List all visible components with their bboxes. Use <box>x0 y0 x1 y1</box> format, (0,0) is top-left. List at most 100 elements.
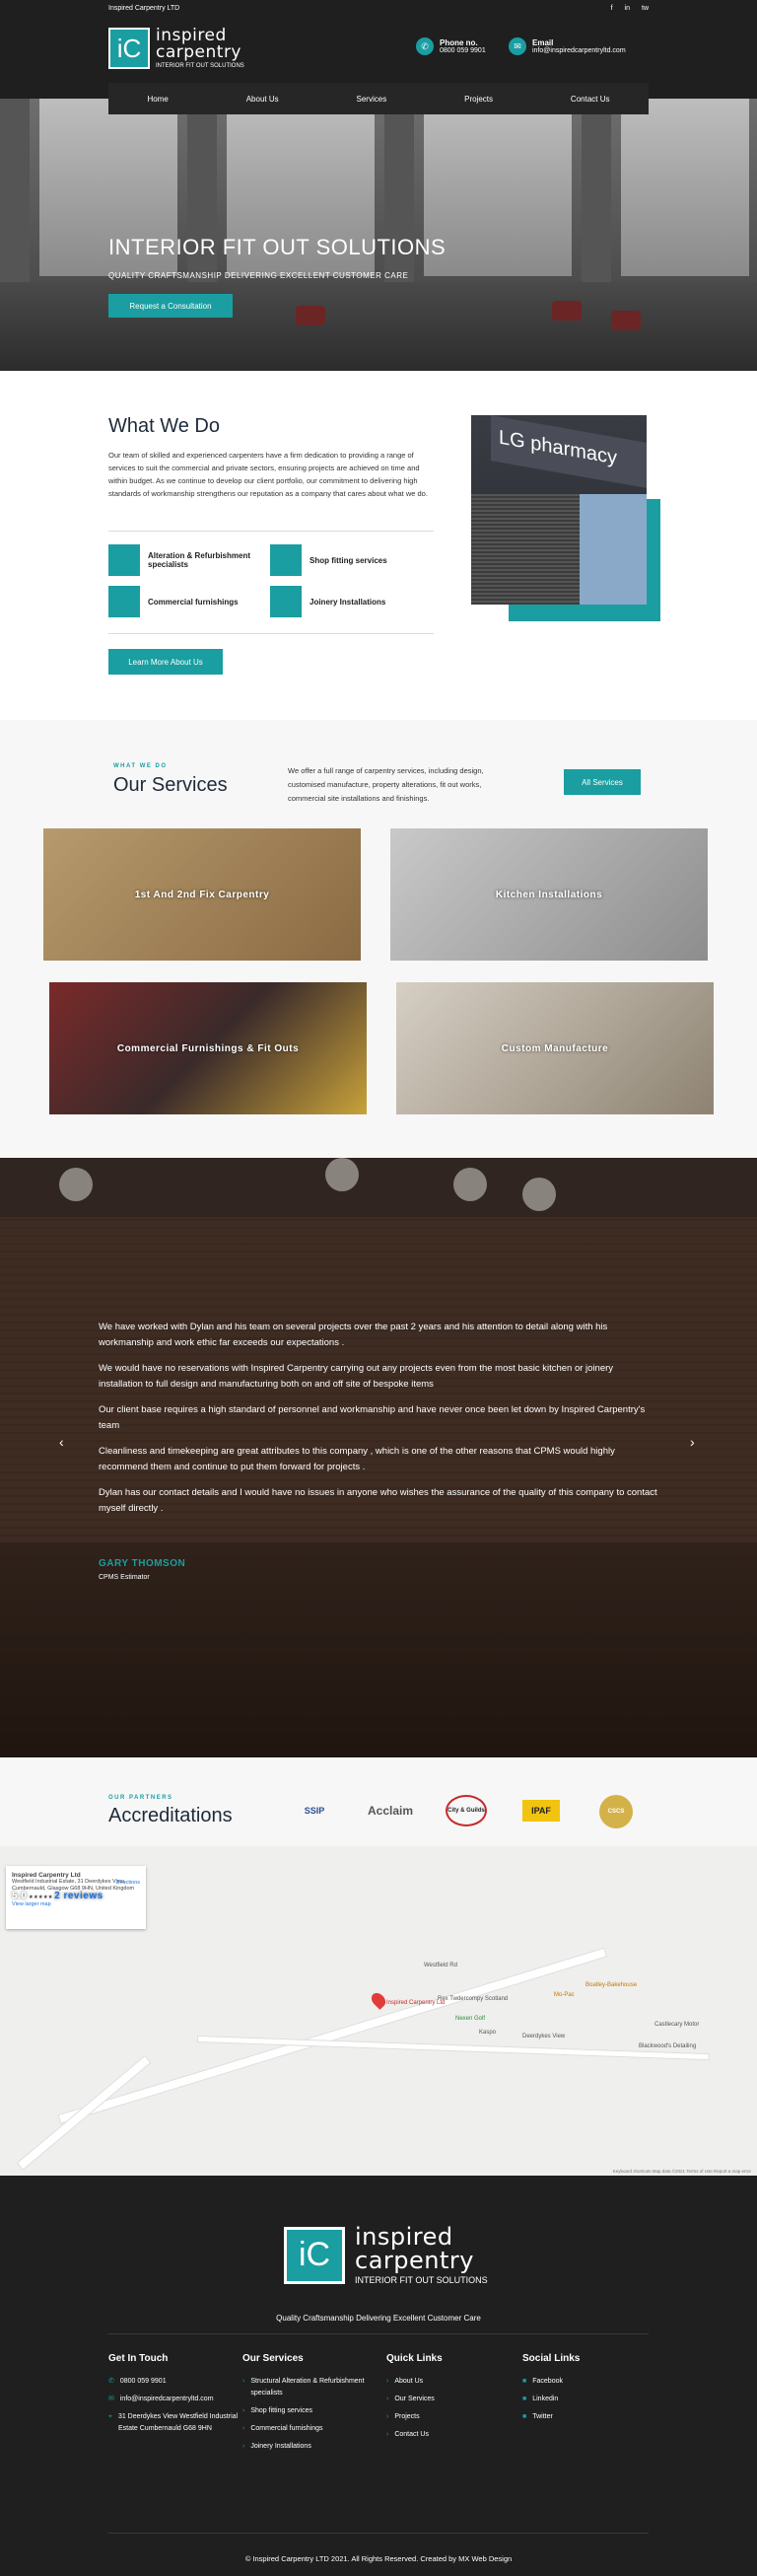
footer-social-title: Social Links <box>522 2353 581 2364</box>
chevron-right-icon: › <box>242 2378 245 2385</box>
all-services-button[interactable]: All Services <box>564 769 641 795</box>
footer-facebook-link[interactable]: ■ Facebook <box>522 2376 641 2388</box>
nav-about-us[interactable]: About Us <box>246 95 279 104</box>
footer-quick-link[interactable]: › Contact Us <box>386 2429 505 2441</box>
phone-label: Phone no. <box>440 38 478 47</box>
google-map[interactable]: Westfield Rd Deerdykes View Rex Twdercom… <box>0 1846 757 2176</box>
hero-subtitle: QUALITY CRAFTSMANSHIP DELIVERING EXCELLE… <box>108 271 409 280</box>
footer-divider <box>108 2533 649 2534</box>
place-label: Rex Twdercompy Scotland <box>438 1996 509 2002</box>
facebook-icon: ■ <box>522 2378 527 2385</box>
twitter-icon: ■ <box>522 2413 527 2420</box>
phone-icon: ✆ <box>416 37 434 55</box>
email-label: Email <box>532 38 554 47</box>
main-nav: Home About Us Services Projects Contact … <box>108 95 649 114</box>
top-social-links: f in tw <box>611 5 649 12</box>
view-larger-map-link[interactable]: View larger map <box>12 1901 140 1908</box>
hero-window <box>621 99 749 276</box>
feature-label: Commercial furnishings <box>148 597 239 607</box>
shutter <box>471 494 580 605</box>
hero-chair <box>296 306 325 325</box>
map-info-card: Inspired Carpentry Ltd Westfield Industr… <box>6 1866 146 1929</box>
twitter-icon[interactable]: tw <box>642 5 649 12</box>
footer-email[interactable]: ✉ info@inspiredcarpentryltd.com <box>108 2394 256 2405</box>
what-we-do-section: What We Do Our team of skilled and exper… <box>0 371 757 720</box>
facebook-icon[interactable]: f <box>611 5 613 12</box>
location-icon: ⌖ <box>108 2413 112 2420</box>
what-we-do-title: What We Do <box>108 415 220 437</box>
divider <box>108 531 434 532</box>
desk-icon <box>108 586 140 617</box>
place-label: Nexen Golf <box>455 2016 486 2022</box>
site-footer: iC inspired carpentry INTERIOR FIT OUT S… <box>0 2176 757 2576</box>
footer-social-column: Social Links ■ Facebook ■ Linkedin ■ Twitte… <box>522 2353 641 2429</box>
feature-label: Joinery Installations <box>310 597 386 607</box>
footer-quick-link[interactable]: › Projects <box>386 2411 505 2423</box>
testimonial-section: We have worked with Dylan and his team o… <box>0 1158 757 1757</box>
footer-phone[interactable]: ✆ 0800 059 9901 <box>108 2376 256 2388</box>
chevron-right-icon: › <box>242 2443 245 2450</box>
hero-window <box>424 99 572 276</box>
pharmacy-image: LG pharmacy <box>471 415 647 605</box>
divider <box>108 633 434 634</box>
prev-arrow-icon[interactable]: ‹ <box>59 1434 64 1450</box>
ssip-logo: SSIP <box>304 1806 325 1816</box>
service-card-label: Commercial Furnishings & Fit Outs <box>116 1042 300 1054</box>
footer-links-column: Quick Links › About Us › Our Services › Pro… <box>386 2353 505 2447</box>
nav-services[interactable]: Services <box>357 95 387 104</box>
pin-label: Inspired Carpentry Ltd <box>386 2000 446 2006</box>
nav-contact-us[interactable]: Contact Us <box>571 95 610 104</box>
nav-home[interactable]: Home <box>147 95 168 104</box>
service-card-manufacture[interactable]: Custom Manufacture <box>396 982 714 1114</box>
footer-services-title: Our Services <box>242 2353 304 2364</box>
testimonial-author: GARY THOMSON <box>99 1558 186 1569</box>
quote-paragraph: Our client base requires a high standard… <box>99 1404 646 1431</box>
next-arrow-icon[interactable]: › <box>690 1434 695 1450</box>
logo-line-2: carpentry <box>156 42 241 62</box>
service-card-kitchen[interactable]: Kitchen Installations <box>390 828 708 961</box>
footer-service-link[interactable]: › Shop fitting services <box>242 2405 390 2417</box>
location-pin-icon[interactable] <box>369 1990 388 2010</box>
service-card-furnishings[interactable]: Commercial Furnishings & Fit Outs <box>49 982 367 1114</box>
email-icon: ✉ <box>108 2396 114 2402</box>
footer-service-link[interactable]: › Structural Alteration & Refurbishment s… <box>242 2376 390 2399</box>
footer-twitter-link[interactable]: ■ Twitter <box>522 2411 641 2423</box>
feature-item: Commercial furnishings <box>108 586 239 617</box>
hero-chair <box>611 311 641 330</box>
directions-link[interactable]: Directions <box>116 1880 140 1887</box>
request-consultation-button[interactable]: Request a Consultation <box>108 294 233 318</box>
copyright: © Inspired Carpentry LTD 2021. All Right… <box>244 2554 513 2563</box>
cscs-logo: CSCS <box>599 1795 633 1828</box>
service-card-carpentry[interactable]: 1st And 2nd Fix Carpentry <box>43 828 361 961</box>
learn-more-button[interactable]: Learn More About Us <box>108 649 223 675</box>
site-logo[interactable]: iC inspired carpentry INTERIOR FIT OUT S… <box>108 28 244 69</box>
email-value: info@inspiredcarpentryltd.com <box>532 47 626 54</box>
top-bar: Inspired Carpentry LTD f in tw <box>0 0 757 16</box>
quote-paragraph: Cleanliness and timekeeping are great at… <box>99 1446 615 1472</box>
footer-linkedin-link[interactable]: ■ Linkedin <box>522 2394 641 2405</box>
shop-window <box>580 494 647 605</box>
building-icon <box>108 544 140 576</box>
feature-label: Shop fitting services <box>310 555 387 565</box>
footer-logo-text: inspired carpentry INTERIOR FIT OUT SOLU… <box>355 2225 488 2285</box>
footer-service-link[interactable]: › Joinery Installations <box>242 2441 390 2453</box>
footer-links-title: Quick Links <box>386 2353 443 2364</box>
place-rating: 5.0 ★★★★★ 2 reviews <box>12 1891 103 1901</box>
email-contact[interactable]: ✉ Email info@inspiredcarpentryltd.com <box>509 37 626 55</box>
road-label: Westfield Rd <box>424 1963 457 1968</box>
nav-projects[interactable]: Projects <box>464 95 493 104</box>
footer-contact-title: Get In Touch <box>108 2353 169 2364</box>
chevron-right-icon: › <box>242 2425 245 2432</box>
chevron-right-icon: › <box>386 2413 389 2420</box>
footer-quick-link[interactable]: › About Us <box>386 2376 505 2388</box>
footer-service-link[interactable]: › Commercial furnishings <box>242 2423 390 2435</box>
phone-icon: ✆ <box>108 2378 114 2385</box>
chevron-right-icon: › <box>386 2396 389 2402</box>
hero-section: INTERIOR FIT OUT SOLUTIONS QUALITY CRAFT… <box>0 99 757 371</box>
quote-paragraph: We have worked with Dylan and his team o… <box>99 1322 608 1348</box>
footer-quick-link[interactable]: › Our Services <box>386 2394 505 2405</box>
feature-item: Shop fitting services <box>270 544 387 576</box>
footer-logo[interactable]: iC inspired carpentry INTERIOR FIT OUT S… <box>284 2225 488 2285</box>
phone-contact[interactable]: ✆ Phone no. 0800 059 9901 <box>416 37 486 55</box>
linkedin-icon[interactable]: in <box>625 5 630 12</box>
